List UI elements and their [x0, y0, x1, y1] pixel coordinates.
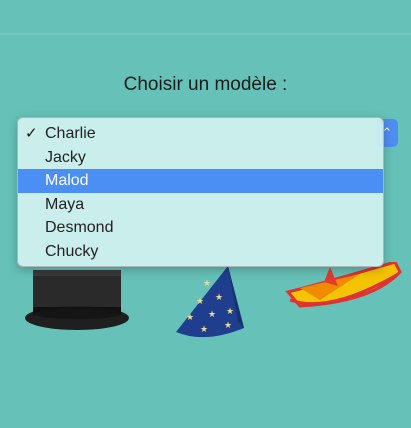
option-jacky[interactable]: Jacky [18, 146, 383, 170]
svg-text:★: ★ [200, 324, 208, 334]
hat-images: ★ ★ ★ ★ ★ ★ ★ ★ [25, 262, 402, 338]
option-maya[interactable]: Maya [18, 193, 383, 217]
top-hat-image[interactable] [25, 270, 129, 330]
wizard-hat-image[interactable]: ★ ★ ★ ★ ★ ★ ★ ★ [176, 266, 244, 338]
svg-text:★: ★ [215, 292, 223, 302]
model-dropdown-menu[interactable]: ✓ Charlie Jacky Malod Maya Desmond Chuck… [17, 117, 384, 267]
option-chucky[interactable]: Chucky [18, 240, 383, 264]
svg-text:★: ★ [196, 296, 204, 306]
page-title: Choisir un modèle : [123, 74, 288, 95]
option-label: Charlie [45, 125, 96, 142]
svg-text:★: ★ [226, 306, 234, 316]
option-label: Maya [45, 195, 85, 213]
svg-text:★: ★ [203, 278, 211, 288]
option-label: Desmond [45, 219, 114, 236]
option-charlie[interactable]: ✓ Charlie [18, 122, 383, 146]
svg-text:★: ★ [224, 320, 232, 330]
top-divider [0, 33, 411, 35]
svg-text:★: ★ [208, 309, 216, 319]
option-label: Chucky [45, 242, 99, 260]
option-label: Jacky [45, 148, 86, 166]
svg-text:★: ★ [186, 312, 194, 322]
checkmark-icon: ✓ [25, 125, 38, 142]
paper-boat-hat-image[interactable] [285, 262, 402, 308]
option-malod[interactable]: Malod [18, 169, 383, 193]
option-desmond[interactable]: Desmond [18, 216, 383, 240]
option-label: Malod [45, 172, 89, 189]
